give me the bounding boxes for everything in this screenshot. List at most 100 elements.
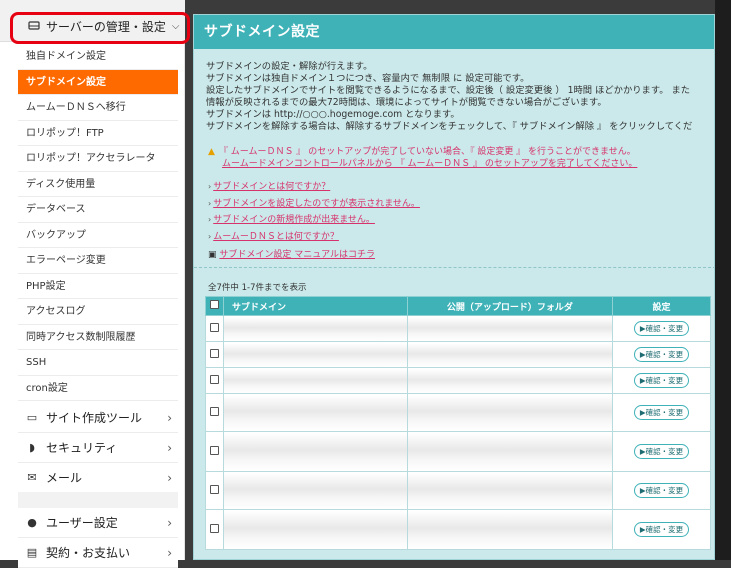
confirm-change-button[interactable]: ▶確認・変更 — [633, 483, 690, 498]
redacted-value — [223, 432, 407, 471]
table-row: ▶確認・変更 — [205, 341, 711, 368]
arrow-icon: › — [208, 182, 212, 191]
table-row: ▶確認・変更 — [205, 315, 711, 342]
arrow-icon: › — [208, 231, 212, 241]
sidebar-item-access-log[interactable]: アクセスログ — [18, 299, 178, 325]
sidebar-item-subdomain[interactable]: サブドメイン設定 — [18, 69, 178, 95]
window-edge — [715, 0, 731, 560]
manual-icon: ▣ — [208, 250, 217, 260]
highlight-annotation — [10, 12, 190, 44]
subdomain-cell — [222, 471, 408, 510]
sidebar: サーバーの管理・設定 ⌵ 独自ドメイン設定 サブドメイン設定 ムームーＤＮＳへ移… — [0, 0, 190, 568]
row-checkbox[interactable] — [209, 445, 219, 455]
manual-link[interactable]: サブドメイン設定 マニュアルはコチラ — [219, 250, 375, 260]
intro-line: サブドメインは http://○○○.hogemoge.com となります。 — [206, 109, 460, 120]
settings-cell: ▶確認・変更 — [612, 393, 711, 432]
faq-links: › サブドメインとは何ですか？ › サブドメインを設定したのですが表示されません。 … — [208, 179, 420, 245]
redacted-value — [407, 342, 613, 367]
nav-group-label: セキュリティ — [46, 441, 118, 455]
chevron-right-icon: › — [167, 440, 172, 455]
nav-group-billing[interactable]: ▤ 契約・お支払い › — [18, 538, 178, 568]
sidebar-item-backup[interactable]: バックアップ — [18, 223, 178, 248]
folder-cell — [406, 393, 614, 432]
warning-icon: ▲ — [208, 147, 215, 157]
table-row: ▶確認・変更 — [205, 509, 711, 550]
settings-cell: ▶確認・変更 — [612, 341, 711, 368]
sidebar-item-error-page[interactable]: エラーページ変更 — [18, 248, 178, 274]
faq-link-what-is-subdomain[interactable]: サブドメインとは何ですか？ — [213, 182, 330, 192]
sidebar-item-php[interactable]: PHP設定 — [18, 274, 178, 299]
folder-cell — [406, 431, 614, 472]
subdomain-cell — [222, 341, 408, 368]
redacted-value — [223, 342, 407, 367]
nav-group-label: メール — [46, 471, 83, 485]
warning-line: ムームードメインコントロールパネルから 『 ムームーＤＮＳ 』 のセットアップを… — [222, 158, 638, 169]
main-panel: サブドメイン 設定 サブドメインの設定・解除が行えます。 サブドメインは独自ドメイ… — [193, 14, 715, 560]
row-check-cell — [205, 471, 224, 510]
row-checkbox[interactable] — [209, 374, 219, 384]
confirm-change-button[interactable]: ▶確認・変更 — [633, 444, 690, 459]
folder-cell — [406, 367, 614, 394]
subdomain-table: サブドメイン 公開（アップロード）フォルダ 設定 ▶確認・変更 ▶確認・変更 ▶確認… — [205, 296, 711, 550]
table-row: ▶確認・変更 — [205, 471, 711, 510]
table-row: ▶確認・変更 — [205, 367, 711, 394]
select-all-checkbox[interactable] — [209, 300, 219, 309]
sidebar-item-access-limit[interactable]: 同時アクセス数制限履歴 — [18, 325, 178, 350]
row-checkbox[interactable] — [209, 322, 219, 332]
nav-group-user-settings[interactable]: ● ユーザー設定 › — [18, 508, 178, 538]
folder-cell — [406, 341, 614, 368]
sidebar-item-custom-domain[interactable]: 独自ドメイン設定 — [18, 44, 178, 70]
sidebar-item-accelerator[interactable]: ロリポップ！アクセラレータ — [18, 146, 178, 172]
row-checkbox[interactable] — [209, 406, 219, 416]
settings-cell: ▶確認・変更 — [612, 367, 711, 394]
faq-link-not-displayed[interactable]: サブドメインを設定したのですが表示されません。 — [213, 199, 420, 209]
intro-line: サブドメインの設定・解除が行えます。 — [206, 61, 373, 72]
faq-link-cannot-create[interactable]: サブドメインの新規作成が出来ません。 — [213, 215, 375, 225]
subdomain-cell — [222, 431, 408, 472]
laptop-icon: ▭ — [26, 411, 38, 424]
sidebar-item-disk-usage[interactable]: ディスク使用量 — [18, 172, 178, 197]
row-checkbox[interactable] — [209, 523, 219, 533]
sidebar-item-cron[interactable]: cron設定 — [18, 376, 178, 401]
sidebar-item-ssh[interactable]: SSH — [18, 350, 178, 376]
chevron-right-icon: › — [167, 410, 172, 425]
column-header-subdomain: サブドメイン — [222, 296, 408, 316]
table-row: ▶確認・変更 — [205, 431, 711, 472]
nav-group-label: 契約・お支払い — [46, 546, 131, 560]
nav-group-security[interactable]: ◗ セキュリティ › — [18, 433, 178, 463]
result-count: 全7件中 1-7件までを表示 — [208, 283, 307, 293]
folder-cell — [406, 509, 614, 550]
column-header-settings: 設定 — [612, 296, 711, 316]
row-checkbox[interactable] — [209, 484, 219, 494]
confirm-change-button[interactable]: ▶確認・変更 — [633, 373, 690, 388]
redacted-value — [223, 368, 407, 393]
redacted-value — [223, 510, 407, 549]
folder-cell — [406, 471, 614, 510]
arrow-icon: › — [208, 215, 212, 224]
subdomain-cell — [222, 315, 408, 342]
chevron-right-icon: › — [167, 515, 172, 530]
faq-link-what-is-dns[interactable]: ムームーＤＮＳとは何ですか？ — [213, 232, 339, 242]
sidebar-item-database[interactable]: データベース — [18, 197, 178, 223]
folder-cell — [406, 315, 614, 342]
confirm-change-button[interactable]: ▶確認・変更 — [633, 321, 690, 336]
confirm-change-button[interactable]: ▶確認・変更 — [633, 347, 690, 362]
nav-group-site-tools[interactable]: ▭ サイト作成ツール › — [18, 403, 178, 433]
redacted-value — [407, 472, 613, 509]
nav-group-mail[interactable]: ✉ メール › — [18, 463, 178, 493]
sidebar-item-ftp[interactable]: ロリポップ！FTP — [18, 121, 178, 146]
card-icon: ▤ — [26, 546, 38, 559]
row-checkbox[interactable] — [209, 348, 219, 358]
confirm-change-button[interactable]: ▶確認・変更 — [633, 405, 690, 420]
redacted-value — [407, 368, 613, 393]
intro-line: サブドメインは独自ドメイン１つにつき、容量内で 無制限 に 設定可能です。 — [206, 73, 530, 84]
sidebar-item-muumuu-dns[interactable]: ムームーＤＮＳへ移行 — [18, 95, 178, 121]
chevron-right-icon: › — [167, 545, 172, 560]
confirm-change-button[interactable]: ▶確認・変更 — [633, 522, 690, 537]
row-check-cell — [205, 509, 224, 550]
divider — [194, 267, 714, 268]
intro-line: サブドメインを解除する場合は、解除するサブドメインをチェックして、『 サブドメイ… — [206, 121, 693, 132]
row-check-cell — [205, 367, 224, 394]
intro-line: 設定したサブドメインでサイトを閲覧できるようになるまで、設定後（ 設定変更後 ）… — [206, 85, 691, 96]
subdomain-cell — [222, 367, 408, 394]
